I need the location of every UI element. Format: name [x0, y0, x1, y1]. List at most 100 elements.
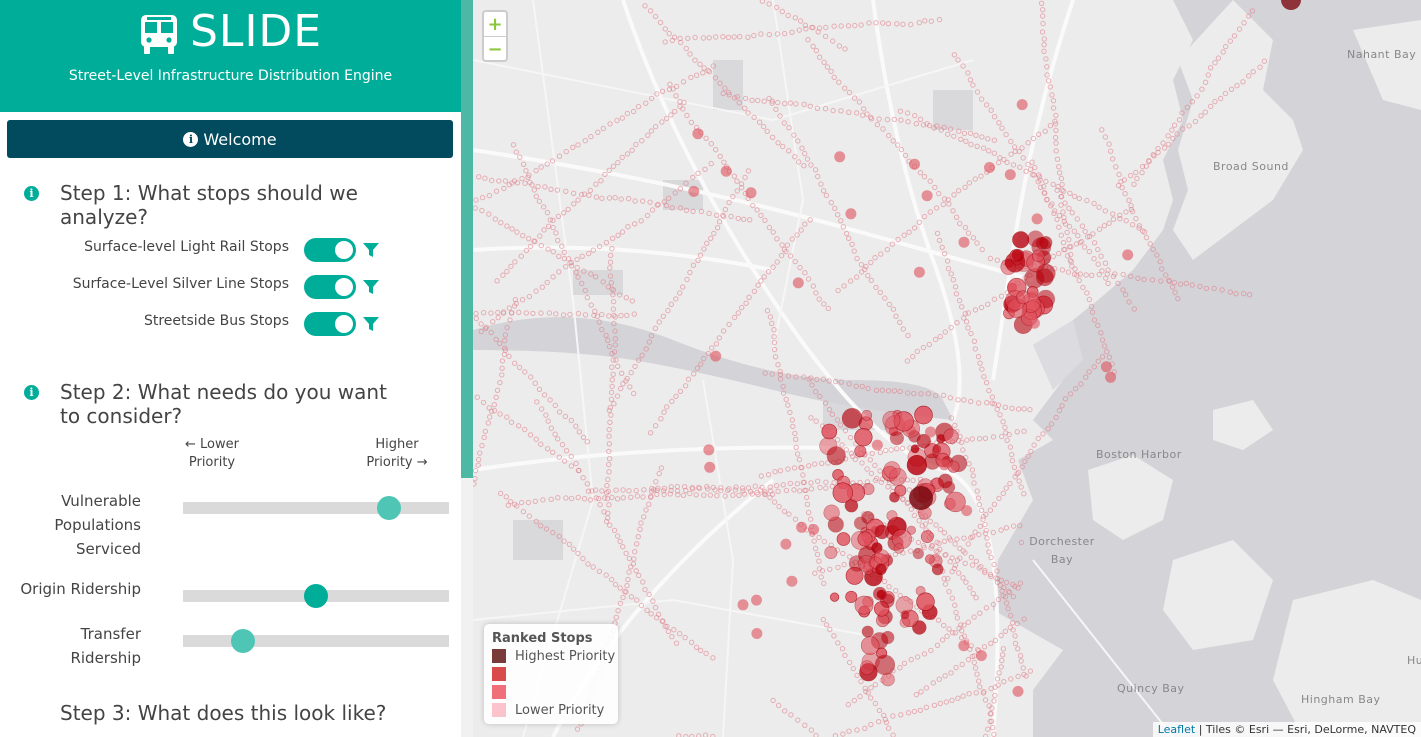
welcome-button[interactable]: i Welcome: [7, 120, 453, 158]
stop-marker: [779, 242, 785, 248]
stop-marker: [685, 35, 691, 41]
stop-marker: [508, 263, 514, 270]
priority-stop: [910, 444, 920, 454]
stop-marker: [480, 399, 487, 406]
filter-icon[interactable]: [362, 241, 380, 259]
stop-marker: [778, 252, 785, 259]
filter-icon[interactable]: [362, 278, 380, 296]
stop-marker: [785, 466, 791, 472]
slider-origin-ridership[interactable]: [183, 584, 449, 608]
slider-thumb[interactable]: [376, 496, 401, 520]
stop-marker: [492, 216, 498, 222]
stop-marker: [1015, 646, 1021, 652]
stop-marker: [733, 484, 739, 490]
stop-marker: [550, 249, 557, 255]
stop-marker: [582, 312, 589, 318]
stop-marker: [775, 140, 781, 146]
stop-marker: [816, 558, 822, 564]
stop-marker: [638, 520, 644, 526]
toggle-light-rail[interactable]: [304, 238, 356, 262]
stop-marker: [845, 701, 851, 708]
stop-marker: [911, 708, 918, 715]
stop-marker: [614, 533, 621, 539]
stop-marker: [963, 579, 969, 585]
priority-stop: [893, 543, 905, 554]
stop-marker: [972, 346, 978, 352]
stop-marker: [874, 121, 880, 128]
slider-transfer-ridership[interactable]: [183, 629, 449, 653]
slider-thumb[interactable]: [231, 629, 256, 653]
stop-marker: [605, 476, 611, 483]
stop-marker: [1091, 256, 1097, 262]
stop-marker: [857, 693, 863, 700]
stop-marker: [798, 227, 804, 233]
stop-marker: [1038, 0, 1045, 6]
stop-marker: [1012, 640, 1019, 647]
stop-marker: [1076, 277, 1082, 284]
stop-marker: [921, 174, 928, 180]
stop-marker: [965, 541, 971, 547]
sidebar-scrollbar-thumb[interactable]: [461, 0, 473, 478]
priority-stop: [874, 524, 890, 540]
toggle-silver-line[interactable]: [304, 275, 356, 299]
stop-marker: [881, 578, 888, 585]
stop-marker: [1066, 236, 1072, 243]
stop-marker: [691, 371, 697, 377]
stop-marker: [849, 453, 856, 459]
stop-marker: [730, 492, 736, 498]
filter-icon[interactable]: [362, 315, 380, 333]
stop-marker: [873, 284, 879, 291]
zoom-out-button[interactable]: −: [484, 37, 506, 60]
stop-marker: [1021, 491, 1027, 497]
leaflet-link[interactable]: Leaflet: [1158, 723, 1195, 736]
priority-stop: [1012, 685, 1024, 697]
stop-marker: [1000, 646, 1007, 652]
stop-marker: [953, 214, 960, 221]
stop-marker: [796, 27, 802, 33]
priority-stop: [874, 654, 896, 676]
stop-marker: [563, 148, 570, 155]
stop-marker: [1084, 290, 1090, 296]
stop-marker: [575, 494, 581, 501]
stop-marker: [713, 341, 720, 347]
stop-marker: [522, 426, 528, 433]
stop-marker: [814, 551, 821, 558]
stop-marker: [1000, 652, 1006, 658]
priority-stop: [826, 446, 846, 466]
stop-marker: [1012, 633, 1018, 639]
stop-marker: [708, 235, 714, 242]
stop-marker: [664, 404, 670, 410]
stop-marker: [669, 634, 675, 640]
stop-marker: [897, 665, 903, 671]
stop-marker: [1011, 464, 1018, 470]
stop-marker: [518, 499, 525, 506]
zoom-in-button[interactable]: +: [484, 12, 506, 37]
priority-stop: [1028, 317, 1040, 329]
stop-marker: [555, 436, 561, 442]
stop-marker: [648, 128, 655, 134]
stop-marker: [1162, 145, 1168, 151]
stop-marker: [568, 495, 575, 502]
slider-thumb[interactable]: [304, 584, 328, 608]
stop-marker: [942, 581, 949, 587]
toggle-bus[interactable]: [304, 312, 356, 336]
stop-marker: [823, 24, 829, 31]
stop-marker: [776, 503, 782, 510]
step1-info-icon[interactable]: i: [24, 186, 39, 201]
stop-marker: [703, 650, 709, 657]
stop-marker: [821, 301, 827, 307]
stop-marker: [610, 306, 617, 312]
stop-marker: [1043, 56, 1049, 62]
stop-marker: [720, 328, 727, 334]
stop-marker: [477, 450, 483, 456]
stop-marker: [563, 495, 569, 501]
stop-marker: [533, 288, 539, 294]
slider-vulnerable-populations[interactable]: [183, 496, 449, 520]
stop-marker: [588, 133, 594, 140]
priority-stop: [920, 530, 934, 543]
step2-info-icon[interactable]: i: [24, 385, 39, 400]
stop-marker: [835, 287, 841, 294]
map[interactable]: Nahant Bay Broad Sound Boston Harbor Dor…: [473, 0, 1421, 737]
stop-marker: [1058, 232, 1064, 238]
stop-marker: [784, 242, 791, 248]
